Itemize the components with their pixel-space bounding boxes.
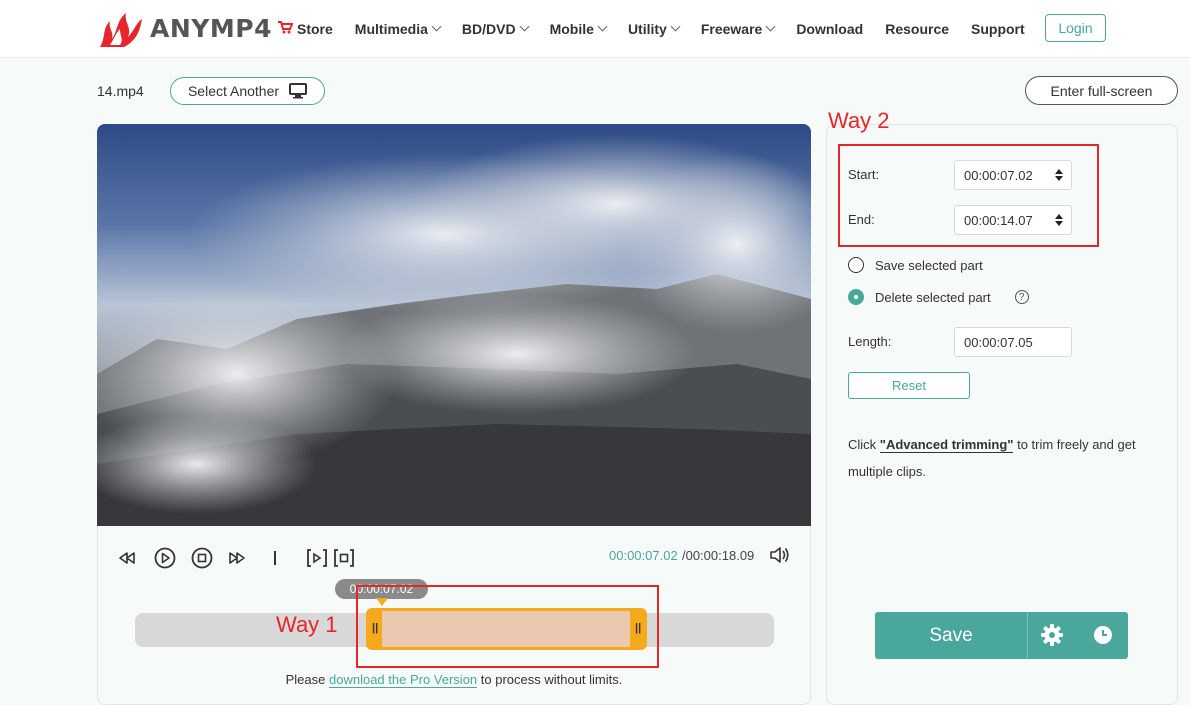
- mountain-scene-image: [97, 134, 811, 526]
- monitor-icon: [289, 83, 308, 99]
- nav-item-resource[interactable]: Resource: [885, 21, 949, 37]
- rewind-icon: [119, 552, 135, 564]
- clock-icon: [1094, 626, 1112, 644]
- video-preview[interactable]: [97, 124, 811, 526]
- save-part-option[interactable]: Save selected part: [848, 257, 983, 273]
- nav-menu: Store Multimedia BD/DVD Mobile Utility F…: [278, 0, 1047, 58]
- chevron-down-icon: [670, 21, 681, 32]
- playback-controls: [118, 543, 355, 573]
- nav-item-label: Freeware: [700, 21, 763, 37]
- delete-part-radio[interactable]: [848, 289, 864, 305]
- select-another-button[interactable]: Select Another: [170, 77, 325, 105]
- gear-icon: [1041, 624, 1063, 646]
- control-divider: [274, 551, 276, 565]
- settings-button[interactable]: [1040, 623, 1064, 652]
- nav-item-label: Download: [796, 21, 864, 37]
- logo[interactable]: ANYMP4: [96, 7, 272, 49]
- save-part-label: Save selected part: [875, 257, 983, 273]
- length-value: 00:00:07.05: [964, 334, 1033, 350]
- way2-highlight-box: [838, 144, 1099, 247]
- nav-item-download[interactable]: Download: [796, 21, 863, 37]
- total-time: /00:00:18.09: [682, 548, 755, 563]
- nav-item-multimedia[interactable]: Multimedia: [354, 21, 442, 37]
- nav-item-label: Mobile: [549, 21, 594, 37]
- current-time: 00:00:07.02: [609, 548, 678, 563]
- save-button[interactable]: Save: [875, 612, 1027, 659]
- schedule-button[interactable]: [1093, 625, 1113, 650]
- fast-forward-button[interactable]: [228, 551, 246, 565]
- chevron-down-icon: [765, 21, 776, 32]
- top-nav: ANYMP4 Store Multimedia BD/DVD Mobile Ut…: [0, 0, 1190, 58]
- nav-item-label: Store: [297, 21, 333, 37]
- nav-item-bd-dvd[interactable]: BD/DVD: [461, 21, 530, 37]
- bracket-stop-icon: [333, 549, 354, 567]
- set-end-button[interactable]: [333, 548, 355, 568]
- nav-item-store[interactable]: Store: [278, 21, 333, 37]
- save-divider: [1027, 612, 1028, 659]
- pro-version-notice: Please download the Pro Version to proce…: [97, 672, 811, 688]
- delete-part-option[interactable]: Delete selected part ?: [848, 289, 1029, 305]
- length-label: Length:: [848, 334, 892, 349]
- save-part-radio[interactable]: [848, 257, 864, 273]
- play-icon: [154, 547, 176, 569]
- nav-item-label: Support: [971, 21, 1025, 37]
- advanced-trimming-hint: Click "Advanced trimming" to trim freely…: [848, 431, 1160, 485]
- length-field: 00:00:07.05: [954, 327, 1072, 357]
- advanced-prefix: Click: [848, 437, 880, 452]
- way1-annotation: Way 1: [276, 612, 338, 637]
- cart-icon: [278, 21, 294, 37]
- select-another-label: Select Another: [187, 83, 280, 99]
- volume-icon: [770, 547, 789, 563]
- bracket-play-icon: [306, 549, 327, 567]
- nav-item-utility[interactable]: Utility: [627, 21, 681, 37]
- chevron-down-icon: [519, 21, 530, 32]
- nav-item-support[interactable]: Support: [971, 21, 1025, 37]
- pro-prefix: Please: [285, 672, 329, 687]
- stop-icon: [191, 547, 213, 569]
- play-button[interactable]: [154, 547, 176, 569]
- chevron-down-icon: [597, 21, 608, 32]
- help-icon[interactable]: ?: [1014, 290, 1029, 304]
- fullscreen-button[interactable]: Enter full-screen: [1025, 76, 1178, 105]
- stop-button[interactable]: [191, 547, 213, 569]
- login-button[interactable]: Login: [1045, 14, 1106, 42]
- volume-button[interactable]: [769, 545, 791, 570]
- way1-highlight-box: [356, 585, 659, 668]
- logo-flame-icon: [100, 13, 142, 47]
- fast-forward-icon: [229, 552, 245, 564]
- nav-item-mobile[interactable]: Mobile: [549, 21, 608, 37]
- delete-part-label: Delete selected part: [875, 289, 991, 305]
- chevron-down-icon: [431, 21, 442, 32]
- nav-item-label: Multimedia: [354, 21, 428, 37]
- nav-item-label: BD/DVD: [461, 21, 516, 37]
- rewind-button[interactable]: [118, 551, 136, 565]
- pro-suffix: to process without limits.: [477, 672, 623, 687]
- advanced-trimming-link[interactable]: "Advanced trimming": [879, 437, 1014, 453]
- logo-text: ANYMP4: [150, 13, 272, 43]
- nav-item-label: Resource: [885, 21, 950, 37]
- nav-item-label: Utility: [627, 21, 667, 37]
- pro-version-link[interactable]: download the Pro Version: [329, 672, 478, 688]
- file-name: 14.mp4: [97, 83, 144, 99]
- reset-button[interactable]: Reset: [848, 372, 970, 399]
- way2-annotation: Way 2: [828, 108, 890, 133]
- set-start-button[interactable]: [306, 548, 328, 568]
- nav-item-freeware[interactable]: Freeware: [700, 21, 776, 37]
